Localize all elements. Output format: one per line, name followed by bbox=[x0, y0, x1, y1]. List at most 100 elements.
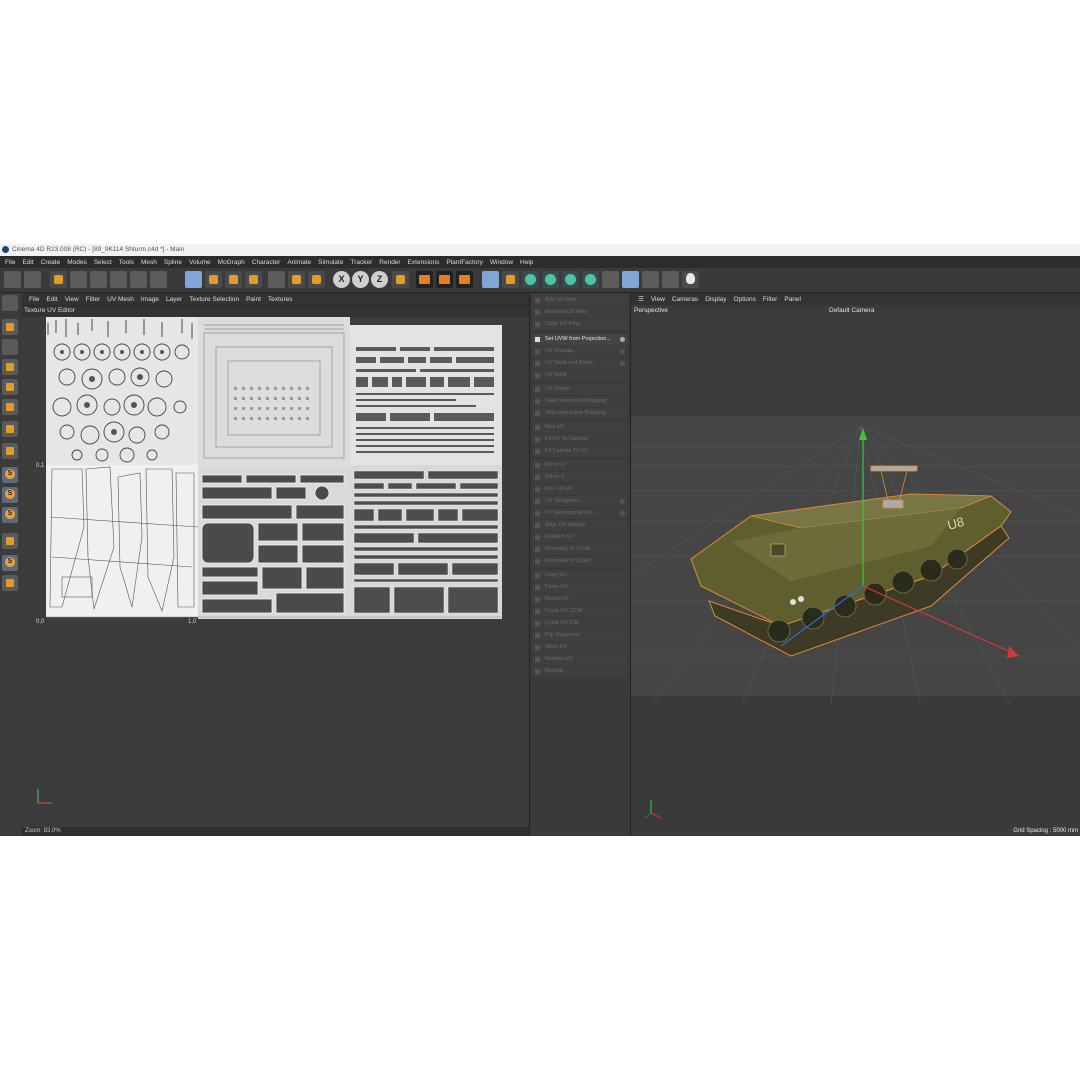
texture-mode-icon[interactable] bbox=[2, 339, 18, 355]
cmd-uv-weld-and-relax[interactable]: UV Weld and Relax... bbox=[532, 358, 628, 369]
viewport-camera-label[interactable]: Default Camera bbox=[829, 307, 875, 314]
uv-menu-texture-selection[interactable]: Texture Selection bbox=[189, 296, 239, 303]
cmd-unstitch-uv[interactable]: Unstitch UV bbox=[532, 532, 628, 543]
cmd-remove-uv-pins[interactable]: Remove UV Pins bbox=[532, 307, 628, 318]
make-editable-icon[interactable] bbox=[2, 295, 18, 311]
edges-mode-icon[interactable] bbox=[2, 379, 18, 395]
vp-menu-filter[interactable]: Filter bbox=[763, 296, 777, 303]
cmd-reset-uv[interactable]: Reset UV bbox=[532, 594, 628, 605]
gear-icon[interactable] bbox=[620, 361, 625, 366]
menu-spline[interactable]: Spline bbox=[164, 259, 182, 266]
floor-icon[interactable] bbox=[642, 271, 659, 288]
render-view-icon[interactable] bbox=[416, 271, 433, 288]
menu-extensions[interactable]: Extensions bbox=[408, 259, 440, 266]
uv-menu-filter[interactable]: Filter bbox=[86, 296, 100, 303]
cmd-clear-uv-pins[interactable]: Clear UV Pins bbox=[532, 319, 628, 330]
cube-primitive-icon[interactable] bbox=[482, 271, 499, 288]
menu-render[interactable]: Render bbox=[379, 259, 400, 266]
loop-selection-icon[interactable] bbox=[150, 271, 167, 288]
model-mode-icon[interactable] bbox=[2, 319, 18, 335]
cmd-align-uv-islands[interactable]: Align UV Islands bbox=[532, 520, 628, 531]
cmd-add-uv-pins[interactable]: Add UV Pins bbox=[532, 295, 628, 306]
menu-plantfactory[interactable]: PlantFactory bbox=[446, 259, 483, 266]
axis-mode-icon[interactable] bbox=[2, 443, 18, 459]
vp-menu-cameras[interactable]: Cameras bbox=[672, 296, 698, 303]
world-coordinates-icon[interactable] bbox=[392, 271, 409, 288]
scale-tool-icon[interactable] bbox=[205, 271, 222, 288]
cmd-paste-uv[interactable]: Paste UV bbox=[532, 582, 628, 593]
uv-menu-uv-mesh[interactable]: UV Mesh bbox=[107, 296, 134, 303]
light-bulb-icon[interactable] bbox=[682, 271, 699, 288]
uv-menu-paint[interactable]: Paint bbox=[246, 296, 261, 303]
vp-menu-panel[interactable]: Panel bbox=[784, 296, 801, 303]
cmd-flip-sequence[interactable]: Flip Sequence bbox=[532, 630, 628, 641]
pen-spline-icon[interactable] bbox=[502, 271, 519, 288]
menu-modes[interactable]: Modes bbox=[67, 259, 87, 266]
gear-icon[interactable] bbox=[620, 511, 625, 516]
cmd-mirror-v[interactable]: Mirror V bbox=[532, 472, 628, 483]
render-settings-icon[interactable] bbox=[456, 271, 473, 288]
coordinate-system-icon[interactable] bbox=[308, 271, 325, 288]
select-tool-icon[interactable] bbox=[50, 271, 67, 288]
cloner-icon[interactable] bbox=[562, 271, 579, 288]
uv-menu-view[interactable]: View bbox=[65, 296, 79, 303]
vp-menu-display[interactable]: Display bbox=[705, 296, 726, 303]
menu-animate[interactable]: Animate bbox=[287, 259, 311, 266]
polygon-selection-icon[interactable] bbox=[130, 271, 147, 288]
uv-menu-edit[interactable]: Edit bbox=[46, 296, 57, 303]
cmd-mirror-u[interactable]: Mirror U bbox=[532, 460, 628, 471]
menu-tools[interactable]: Tools bbox=[119, 259, 134, 266]
menu-file[interactable]: File bbox=[5, 259, 15, 266]
bend-deformer-icon[interactable] bbox=[602, 271, 619, 288]
points-mode-icon[interactable] bbox=[2, 359, 18, 375]
uv-canvas[interactable]: 0,1 0,0 1,0 bbox=[22, 317, 529, 827]
cmd-restore-uv[interactable]: Restore UV bbox=[532, 654, 628, 665]
cmd-stop-interactive-mapping[interactable]: Stop Interactive Mapping bbox=[532, 408, 628, 419]
cmd-fit-canvas-to-uv[interactable]: Fit Canvas To UV bbox=[532, 446, 628, 457]
transform-tool-icon[interactable] bbox=[245, 271, 262, 288]
cmd-cycle-uv-cw[interactable]: Cycle UV CW bbox=[532, 618, 628, 629]
redo-icon[interactable] bbox=[24, 271, 41, 288]
cmd-uv-weld[interactable]: UV Weld bbox=[532, 370, 628, 381]
menu-select[interactable]: Select bbox=[94, 259, 112, 266]
gear-icon[interactable] bbox=[620, 349, 625, 354]
snap-icon[interactable] bbox=[2, 467, 18, 483]
cmd-uv-unwrap[interactable]: UV Unwrap... bbox=[532, 346, 628, 357]
live-selection-icon[interactable] bbox=[70, 271, 87, 288]
menu-mograph[interactable]: MoGraph bbox=[218, 259, 245, 266]
cmd-set-uvw-from-projection[interactable]: Set UVW from Projection... bbox=[532, 334, 628, 345]
x-axis-lock-button[interactable]: X bbox=[333, 271, 350, 288]
subdivision-surface-icon[interactable] bbox=[522, 271, 539, 288]
rectangle-selection-icon[interactable] bbox=[90, 271, 107, 288]
uv-polygons-mode-icon[interactable] bbox=[2, 421, 18, 437]
recent-tools-icon[interactable] bbox=[268, 271, 285, 288]
cmd-copy-uv[interactable]: Copy UV bbox=[532, 570, 628, 581]
cmd-fit-uv-to-canvas[interactable]: Fit UV To Canvas bbox=[532, 434, 628, 445]
undo-icon[interactable] bbox=[4, 271, 21, 288]
guides-icon[interactable] bbox=[2, 575, 18, 591]
cmd-max-uv[interactable]: Max UV bbox=[532, 422, 628, 433]
vp-menu-options[interactable]: Options bbox=[734, 296, 756, 303]
uv-menu-image[interactable]: Image bbox=[141, 296, 159, 303]
menu-edit[interactable]: Edit bbox=[22, 259, 33, 266]
panel-divider[interactable] bbox=[529, 293, 530, 836]
cmd-boundary-to-quad[interactable]: Boundary to Quad bbox=[532, 556, 628, 567]
cmd-start-interactive-mapping[interactable]: Start Interactive Mapping bbox=[532, 396, 628, 407]
field-icon[interactable] bbox=[622, 271, 639, 288]
uv-menu-file[interactable]: File bbox=[29, 296, 39, 303]
vp-menu-view[interactable]: View bbox=[651, 296, 665, 303]
move-tool-icon[interactable] bbox=[185, 271, 202, 288]
menu-simulate[interactable]: Simulate bbox=[318, 259, 343, 266]
array-icon[interactable] bbox=[582, 271, 599, 288]
polygons-mode-icon[interactable] bbox=[2, 399, 18, 415]
cmd-boundary-to-circle[interactable]: Boundary to Circle bbox=[532, 544, 628, 555]
cmd-uv-rectangularize[interactable]: UV Rectangularize... bbox=[532, 508, 628, 519]
cmd-remap[interactable]: Remap... bbox=[532, 666, 628, 677]
camera-icon[interactable] bbox=[662, 271, 679, 288]
menu-window[interactable]: Window bbox=[490, 259, 513, 266]
workplane-icon[interactable] bbox=[2, 533, 18, 549]
y-axis-lock-button[interactable]: Y bbox=[352, 271, 369, 288]
rotate-tool-icon[interactable] bbox=[225, 271, 242, 288]
menu-tracker[interactable]: Tracker bbox=[350, 259, 372, 266]
menu-volume[interactable]: Volume bbox=[189, 259, 211, 266]
